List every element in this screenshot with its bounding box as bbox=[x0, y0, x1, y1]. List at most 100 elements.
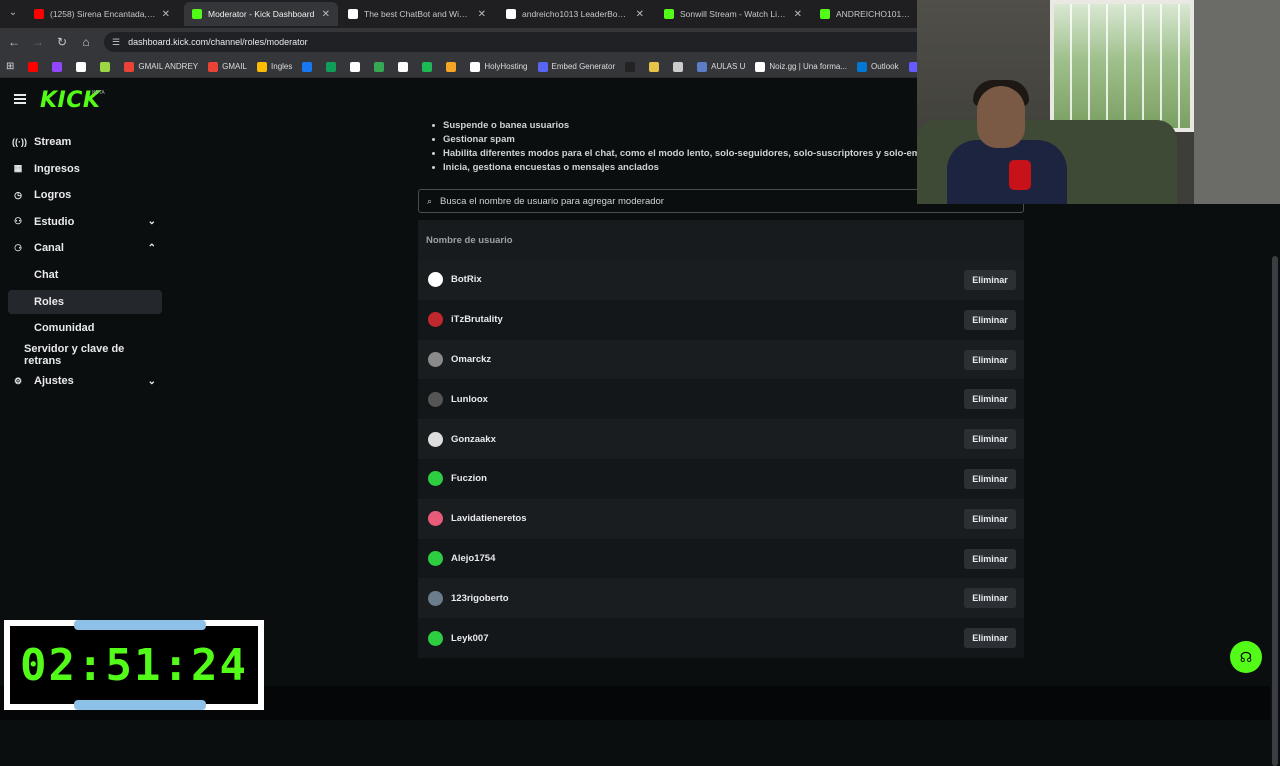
sidebar-item-chat[interactable]: Chat bbox=[8, 263, 162, 287]
bookmark-favicon-icon bbox=[350, 61, 361, 72]
site-info-icon[interactable]: ☰ bbox=[112, 37, 120, 48]
home-icon[interactable]: ⌂ bbox=[78, 34, 94, 50]
bookmark-item[interactable] bbox=[326, 61, 340, 72]
remove-moderator-button[interactable]: Eliminar bbox=[964, 588, 1016, 609]
url-text: dashboard.kick.com/channel/roles/moderat… bbox=[128, 37, 308, 47]
avatar bbox=[428, 312, 443, 328]
sidebar-item-label: Servidor y clave de retrans bbox=[24, 342, 125, 367]
bookmark-item[interactable] bbox=[625, 61, 639, 72]
bookmark-item[interactable] bbox=[422, 61, 436, 72]
bookmark-item[interactable] bbox=[649, 61, 663, 72]
permission-text: Habilita diferentes modos para el chat, … bbox=[443, 147, 930, 159]
browser-tab[interactable]: andreicho1013 LeaderBoard | T ✕ bbox=[498, 2, 652, 26]
bookmark-favicon-icon bbox=[28, 61, 39, 72]
tab-close-icon[interactable]: ✕ bbox=[162, 9, 170, 20]
browser-tab[interactable]: (1258) Sirena Encantada, M ✕ bbox=[26, 2, 178, 26]
remove-moderator-button[interactable]: Eliminar bbox=[964, 389, 1016, 410]
bookmark-item[interactable] bbox=[673, 61, 687, 72]
browser-tab[interactable]: Moderator - Kick Dashboard ✕ bbox=[184, 2, 338, 26]
sidebar-item-canal[interactable]: ⚆ Canal ⌃ bbox=[8, 236, 162, 260]
reload-icon[interactable]: ↻ bbox=[54, 34, 70, 50]
channel-icon: ⚆ bbox=[13, 242, 23, 253]
bookmark-item[interactable] bbox=[398, 61, 412, 72]
bookmark-item[interactable]: Embed Generator bbox=[537, 61, 615, 72]
moderator-search-input[interactable] bbox=[438, 194, 999, 208]
chevron-up-icon[interactable]: ⌃ bbox=[148, 243, 156, 254]
timer-value: 02:51:24 bbox=[20, 639, 248, 691]
tab-title: (1258) Sirena Encantada, M bbox=[50, 9, 156, 19]
table-header: Nombre de usuario bbox=[418, 220, 1024, 260]
tab-close-icon[interactable]: ✕ bbox=[478, 9, 486, 20]
remove-moderator-button[interactable]: Eliminar bbox=[964, 429, 1016, 450]
address-bar[interactable]: ☰ dashboard.kick.com/channel/roles/moder… bbox=[104, 32, 924, 52]
browser-tab[interactable]: ANDREICHO1013 Strea bbox=[812, 2, 922, 26]
tab-close-icon[interactable]: ✕ bbox=[794, 9, 802, 20]
bookmark-item[interactable] bbox=[374, 61, 388, 72]
avatar bbox=[428, 511, 443, 527]
bookmark-item[interactable]: AULAS U bbox=[697, 61, 745, 72]
sidebar-item-ajustes[interactable]: ⚙ Ajustes ⌄ bbox=[8, 369, 162, 393]
remove-moderator-button[interactable]: Eliminar bbox=[964, 468, 1016, 489]
achievements-icon: ◷ bbox=[14, 189, 22, 200]
browser-tab[interactable]: Sonwill Stream - Watch Live on ✕ bbox=[656, 2, 810, 26]
revenue-icon: ▦ bbox=[13, 163, 23, 174]
table-row: Omarckz Eliminar bbox=[418, 339, 1024, 380]
apps-grid-icon[interactable]: ⊞ bbox=[6, 61, 14, 72]
sidebar-item-server-key[interactable]: Servidor y clave de retrans bbox=[8, 343, 162, 367]
back-icon[interactable]: ← bbox=[6, 34, 22, 50]
menu-icon[interactable] bbox=[14, 94, 26, 104]
scrollbar-thumb[interactable] bbox=[1272, 256, 1278, 766]
table-row: Gonzaakx Eliminar bbox=[418, 419, 1024, 459]
moderator-username: Lunloox bbox=[451, 393, 488, 405]
broadcast-icon: ((·)) bbox=[12, 137, 27, 147]
remove-moderator-button[interactable]: Eliminar bbox=[964, 508, 1016, 529]
tab-title: Moderator - Kick Dashboard bbox=[208, 9, 315, 19]
tab-search-dropdown-icon[interactable]: ⌄ bbox=[4, 4, 22, 22]
sidebar-item-logros[interactable]: ◷ Logros bbox=[8, 183, 162, 207]
bookmark-item[interactable]: GMAIL bbox=[208, 61, 248, 72]
remove-moderator-button[interactable]: Eliminar bbox=[964, 628, 1016, 649]
sidebar-item-estudio[interactable]: ⚇ Estudio ⌄ bbox=[8, 210, 162, 234]
bookmark-item[interactable]: Ingles bbox=[257, 61, 292, 72]
microphone-image bbox=[1009, 160, 1031, 190]
bookmark-favicon-icon bbox=[374, 61, 385, 72]
chevron-down-icon[interactable]: ⌄ bbox=[148, 376, 156, 387]
bookmark-item[interactable] bbox=[100, 61, 114, 72]
sidebar-item-comunidad[interactable]: Comunidad bbox=[8, 316, 162, 340]
gear-icon: ⚙ bbox=[13, 375, 23, 386]
bookmark-item[interactable] bbox=[76, 61, 90, 72]
chevron-down-icon[interactable]: ⌄ bbox=[148, 216, 156, 227]
table-row: Alejo1754 Eliminar bbox=[418, 538, 1024, 579]
sidebar-item-stream[interactable]: ((·)) Stream bbox=[8, 130, 162, 154]
bookmark-item[interactable] bbox=[302, 61, 316, 72]
bookmark-item[interactable]: GMAIL ANDREY bbox=[124, 61, 198, 72]
tab-close-icon[interactable]: ✕ bbox=[636, 9, 644, 20]
bookmark-item[interactable] bbox=[446, 61, 460, 72]
tab-close-icon[interactable]: ✕ bbox=[322, 9, 330, 20]
remove-moderator-button[interactable]: Eliminar bbox=[964, 270, 1016, 290]
moderator-username: Alejo1754 bbox=[451, 552, 496, 564]
bookmark-item[interactable] bbox=[28, 61, 42, 72]
moderator-username: 123rigoberto bbox=[451, 592, 509, 604]
avatar bbox=[428, 471, 443, 487]
remove-moderator-button[interactable]: Eliminar bbox=[964, 309, 1016, 330]
bookmark-item[interactable]: HolyHosting bbox=[470, 61, 528, 72]
bookmark-item[interactable]: Noiz.gg | Una forma... bbox=[755, 61, 847, 72]
moderator-username: BotRix bbox=[451, 274, 482, 286]
bookmark-item[interactable]: Outlook bbox=[857, 61, 899, 72]
bookmark-item[interactable] bbox=[350, 61, 364, 72]
avatar bbox=[428, 590, 443, 606]
bookmark-label: GMAIL bbox=[222, 62, 248, 71]
sidebar-item-label: Ajustes bbox=[34, 375, 74, 388]
sidebar-item-ingresos[interactable]: ▦ Ingresos bbox=[8, 157, 162, 181]
sidebar-item-roles[interactable]: Roles bbox=[8, 289, 162, 314]
remove-moderator-button[interactable]: Eliminar bbox=[964, 548, 1016, 569]
tab-title: andreicho1013 LeaderBoard | T bbox=[522, 9, 630, 19]
moderators-table: Nombre de usuario BotRix Eliminar iTzBruta… bbox=[418, 220, 1024, 658]
avatar bbox=[428, 431, 443, 447]
forward-icon[interactable]: → bbox=[30, 34, 46, 50]
support-chat-button[interactable]: ☊ bbox=[1230, 641, 1262, 673]
browser-tab[interactable]: The best ChatBot and Widgets ✕ bbox=[340, 2, 494, 26]
bookmark-item[interactable] bbox=[52, 61, 66, 72]
remove-moderator-button[interactable]: Eliminar bbox=[964, 349, 1016, 370]
